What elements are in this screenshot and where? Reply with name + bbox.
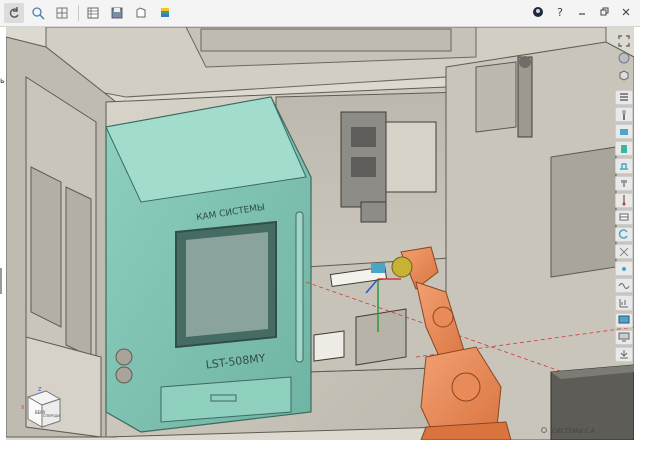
left-window-2: [65, 186, 92, 358]
tool-icon[interactable]: [615, 107, 633, 123]
fixture-icon[interactable]: [615, 158, 633, 174]
help-button[interactable]: ?: [552, 3, 568, 21]
table-icon[interactable]: [83, 3, 103, 23]
restore-icon[interactable]: [596, 3, 612, 21]
status-bar: СИСТЕМЫ С.А.: [540, 426, 597, 436]
workpiece-icon[interactable]: [615, 124, 633, 140]
status-settings-icon[interactable]: [540, 426, 548, 436]
tool-holder: [371, 263, 385, 273]
left-scroll-handle[interactable]: [0, 268, 2, 294]
door-window: [186, 232, 268, 337]
window-controls: ?: [530, 3, 634, 21]
grid-icon[interactable]: [52, 3, 72, 23]
fixture: [355, 308, 407, 366]
signal-light: [519, 56, 531, 68]
wave-icon[interactable]: [615, 278, 633, 294]
control-knob: [115, 348, 133, 366]
table-view-icon[interactable]: [615, 209, 633, 225]
zoom-icon[interactable]: [28, 3, 48, 23]
probe-icon[interactable]: [615, 192, 633, 208]
rotate-icon[interactable]: [615, 226, 633, 242]
left-edge-mark: ь: [0, 76, 5, 85]
sphere-view-icon[interactable]: [615, 51, 633, 66]
cube-view-icon[interactable]: [615, 68, 633, 83]
view-cube-front-label: СПЕРЕДИ: [43, 414, 60, 418]
main-toolbar: ?: [0, 0, 640, 27]
part-box: [313, 330, 345, 362]
machine-scene: КАМ СИСТЕМЫ LST-508MY: [6, 27, 634, 440]
holder-icon[interactable]: [615, 175, 633, 191]
right-window: [550, 146, 617, 278]
minimize-icon[interactable]: [574, 3, 590, 21]
stock-icon[interactable]: [615, 141, 633, 157]
control-knob-2: [115, 366, 133, 384]
point-icon[interactable]: [615, 261, 633, 277]
export-icon[interactable]: [615, 346, 633, 362]
fit-view-icon[interactable]: [615, 34, 633, 49]
3d-viewport[interactable]: КАМ СИСТЕМЫ LST-508MY ВЕРХ СПЕРЕДИ X Z: [6, 27, 634, 440]
monitor-icon[interactable]: [615, 329, 633, 345]
right-toolbar: [614, 34, 634, 364]
user-avatar-icon[interactable]: [530, 3, 546, 21]
door-handle: [295, 211, 304, 363]
save-icon[interactable]: [107, 3, 127, 23]
left-window: [30, 166, 62, 328]
view-cube-z-label: Z: [38, 387, 42, 393]
layers-icon[interactable]: [155, 3, 175, 23]
close-icon[interactable]: [618, 3, 634, 21]
chart-icon[interactable]: [615, 295, 633, 311]
roof-panel: [200, 28, 452, 52]
view-cube[interactable]: ВЕРХ СПЕРЕДИ X Z: [20, 387, 64, 431]
signal-tower: [517, 56, 533, 138]
layer-stack-icon[interactable]: [615, 89, 633, 105]
status-text: СИСТЕМЫ С.А.: [552, 427, 597, 435]
toolbar-separator: [78, 5, 79, 21]
view-cube-x-label: X: [21, 405, 25, 411]
right-upper-panel: [475, 61, 517, 133]
pattern-icon[interactable]: [615, 244, 633, 260]
document-icon[interactable]: [131, 3, 151, 23]
undo-icon[interactable]: [4, 3, 24, 23]
screen-icon[interactable]: [615, 312, 633, 328]
